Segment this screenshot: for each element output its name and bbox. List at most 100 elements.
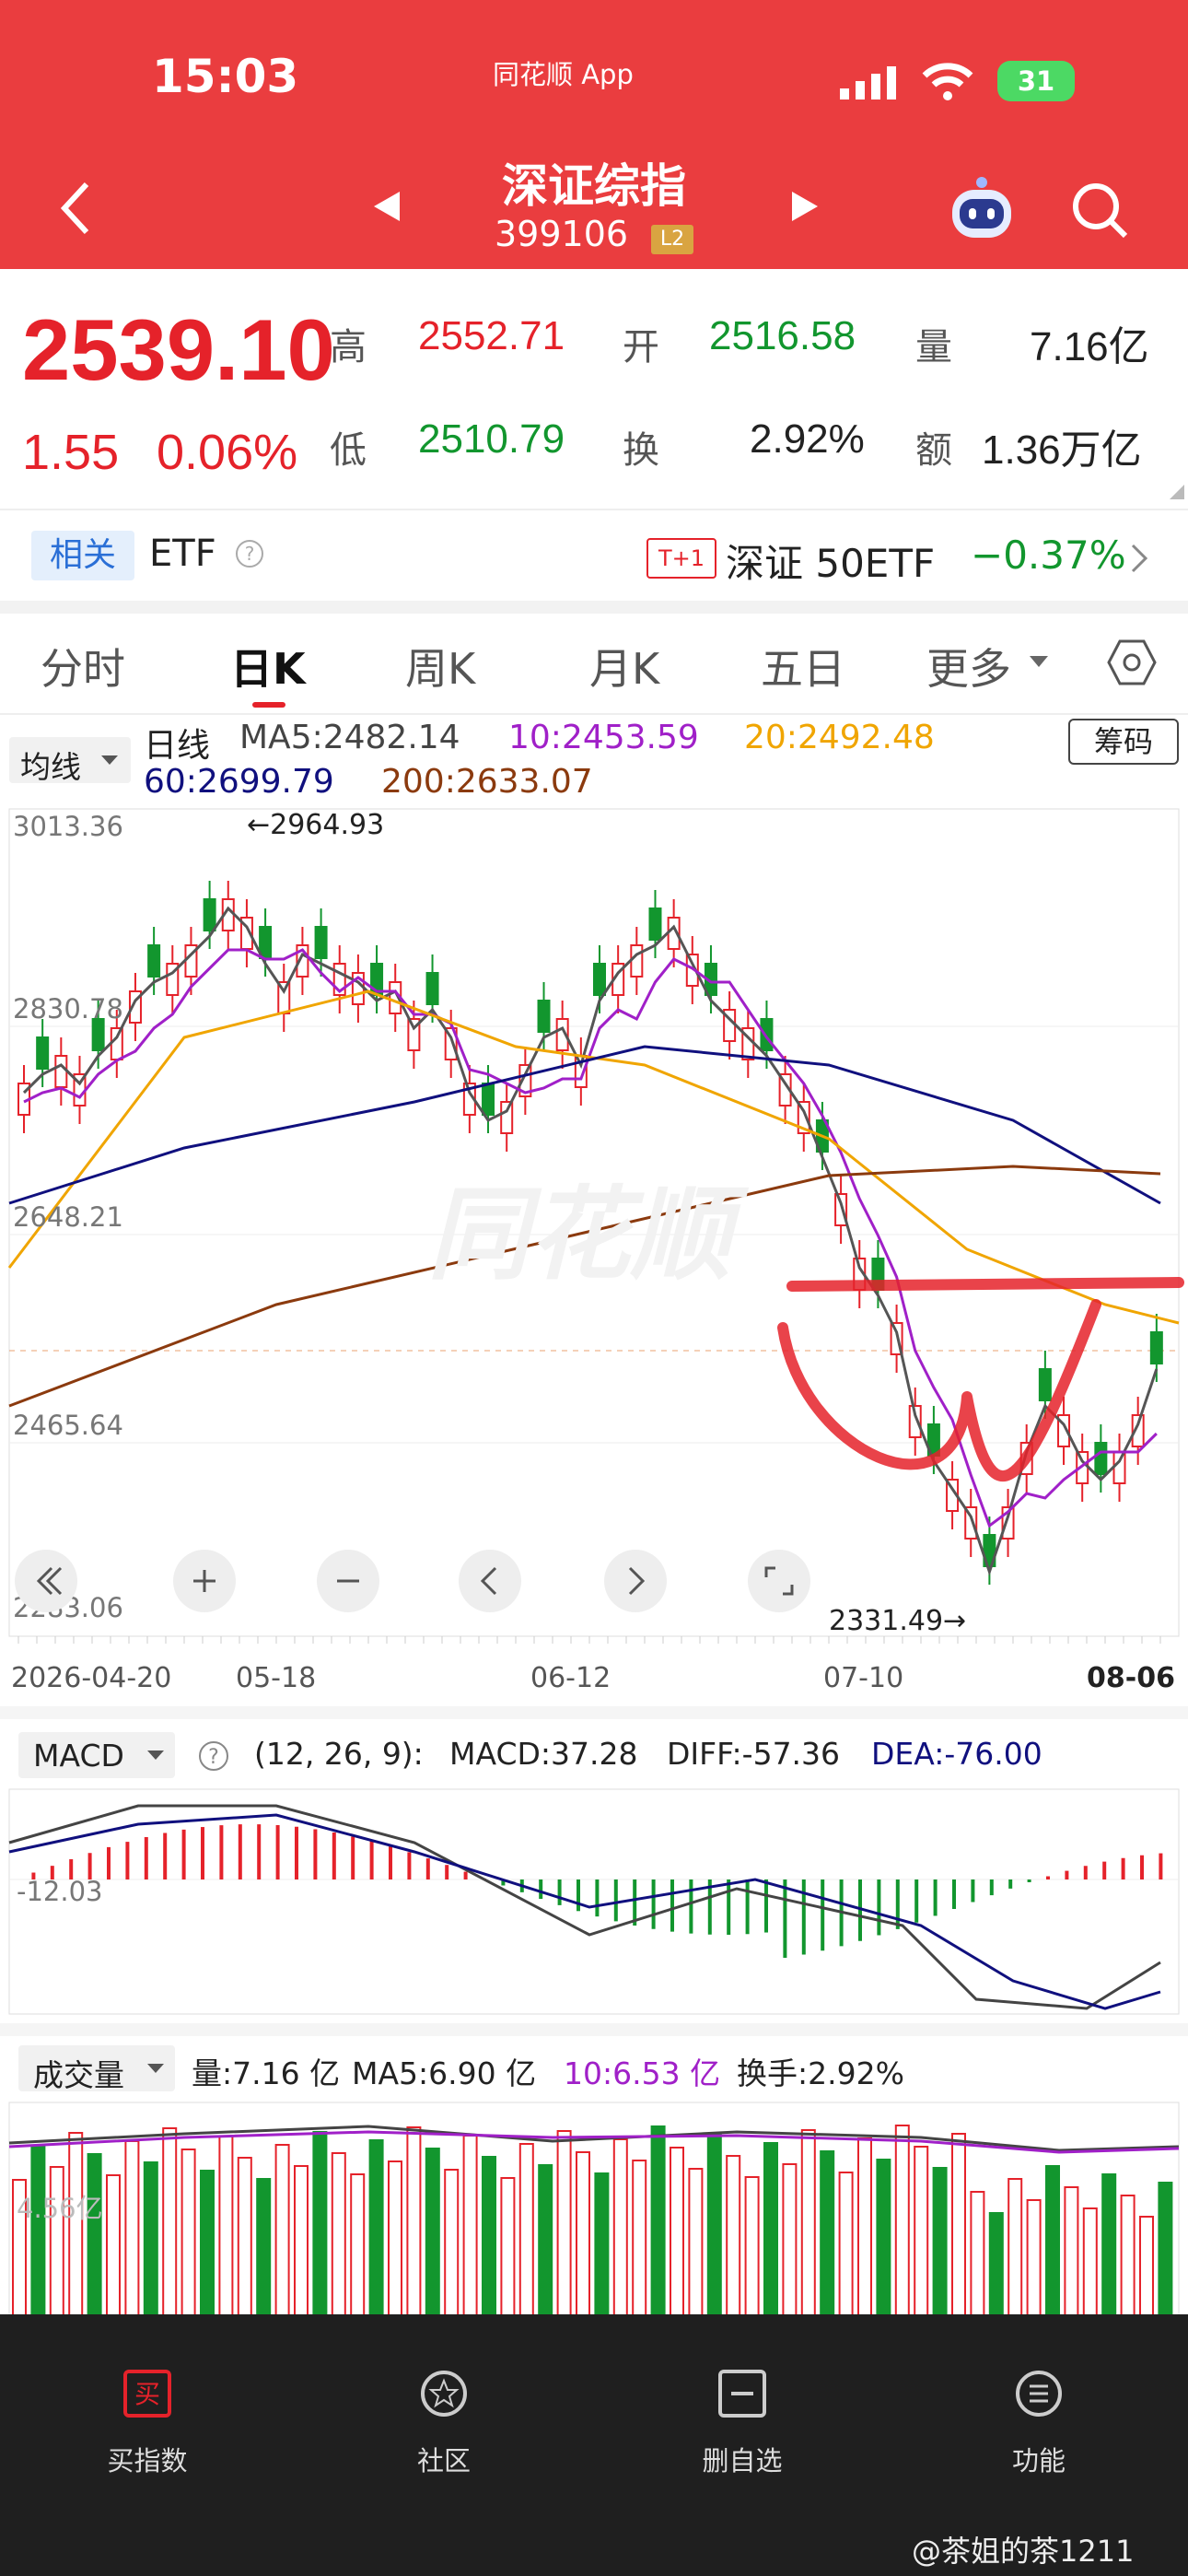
volume-bar	[670, 2147, 684, 2319]
tab-monthly-k[interactable]: 月K	[589, 636, 659, 697]
volume-selector[interactable]: 成交量	[18, 2045, 175, 2093]
candle-body	[537, 1000, 551, 1033]
status-time: 15:03	[152, 50, 299, 103]
chevron-right-icon	[1131, 544, 1148, 573]
divider	[0, 509, 1188, 510]
t1-badge: T+1	[646, 538, 716, 579]
help-icon[interactable]: ?	[234, 538, 265, 569]
candle-body	[425, 972, 439, 1005]
signal-icon	[840, 66, 896, 100]
scroll-right-icon[interactable]	[602, 1548, 669, 1614]
nav-functions[interactable]: 功能	[947, 2440, 1131, 2478]
low-label: 低	[330, 429, 367, 472]
volume-y-tick: 4.56亿	[17, 2193, 103, 2224]
tab-more[interactable]: 更多	[926, 636, 1011, 697]
candle-body	[630, 944, 644, 978]
volume-bar	[1064, 2186, 1079, 2319]
volume-bar	[914, 2146, 929, 2319]
robot-assistant-icon[interactable]	[947, 175, 1017, 245]
dropdown-icon	[1030, 656, 1048, 667]
low-value: 2510.79	[418, 416, 565, 462]
volume-bar	[1026, 2199, 1042, 2319]
candle-body	[203, 898, 216, 931]
functions-icon[interactable]	[1015, 2370, 1063, 2418]
macd-frame	[8, 1788, 1180, 2015]
nav-community[interactable]: 社区	[352, 2440, 536, 2478]
tab-intraday[interactable]: 分时	[41, 636, 125, 697]
macd-value: MACD:37.28	[449, 1736, 638, 1772]
zoom-minus-icon[interactable]	[315, 1548, 381, 1614]
divider	[0, 713, 1188, 715]
dropdown-icon	[147, 2064, 164, 2073]
volume-bar	[857, 2137, 872, 2319]
app-header: 15:03 同花顺 App 31 深证综指 399106 L2	[0, 0, 1188, 269]
volume-bar	[594, 2172, 610, 2319]
chips-button[interactable]: 筹码	[1068, 719, 1179, 765]
volume-bar	[1120, 2195, 1136, 2319]
battery-indicator: 31	[997, 61, 1075, 101]
svg-text:买: 买	[134, 2379, 160, 2409]
section-gap	[0, 601, 1188, 614]
volume-bar	[744, 2176, 760, 2319]
date-end: 08-06	[1087, 1662, 1175, 1694]
nav-remove-watchlist[interactable]: 删自选	[650, 2440, 834, 2478]
volume-bar	[763, 2142, 778, 2319]
volume-bar	[331, 2152, 346, 2319]
volume-bar	[218, 2136, 234, 2319]
expand-corner-icon	[1170, 485, 1184, 499]
volume-value: 7.16亿	[1030, 324, 1149, 369]
volume-bar	[838, 2172, 854, 2319]
next-index-icon[interactable]	[788, 188, 821, 225]
volume-bar	[143, 2161, 158, 2319]
search-icon[interactable]	[1068, 179, 1131, 241]
macd-selector[interactable]: MACD	[18, 1732, 175, 1778]
candle-body	[314, 926, 328, 959]
svg-text:?: ?	[245, 543, 255, 565]
date-3: 06-12	[530, 1662, 611, 1694]
tab-weekly-k[interactable]: 周K	[405, 636, 475, 697]
volume-bar	[444, 2169, 460, 2319]
nav-buy-index[interactable]: 买指数	[55, 2440, 239, 2478]
amount-label: 额	[915, 429, 952, 472]
remove-watchlist-icon[interactable]	[718, 2370, 766, 2418]
help-icon[interactable]: ?	[197, 1739, 230, 1773]
ma20-value: 20:2492.48	[744, 719, 935, 756]
volume-bar	[274, 2144, 290, 2319]
zoom-in-icon[interactable]	[171, 1548, 238, 1614]
fullscreen-icon[interactable]	[746, 1548, 812, 1614]
open-label: 开	[623, 326, 659, 369]
dropdown-icon	[147, 1751, 164, 1760]
volume-bar	[256, 2178, 272, 2319]
volume-bar	[876, 2159, 891, 2319]
volume-bar	[538, 2164, 553, 2319]
open-value: 2516.58	[709, 313, 856, 358]
volume-bar	[237, 2157, 252, 2319]
volume-bar	[1045, 2165, 1060, 2319]
volume-ma5: MA5:6.90 亿	[352, 2055, 537, 2091]
volume-selector-label: 成交量	[33, 2057, 124, 2093]
settings-hex-icon[interactable]	[1107, 638, 1157, 687]
zoom-out-full-icon[interactable]	[13, 1548, 79, 1614]
scroll-left-icon[interactable]	[457, 1548, 523, 1614]
tab-five-day[interactable]: 五日	[761, 636, 845, 697]
ma-selector[interactable]: 均线	[9, 737, 131, 785]
candle-body	[1038, 1368, 1052, 1401]
dropdown-icon	[101, 755, 118, 765]
volume-bar	[1101, 2173, 1117, 2319]
candle-body	[147, 944, 161, 978]
volume-bar	[1139, 2216, 1154, 2319]
volume-bar	[1158, 2182, 1173, 2319]
volume-bar	[181, 2149, 196, 2319]
volume-label: 量	[915, 326, 952, 369]
volume-bar	[951, 2133, 966, 2319]
back-to-app-link[interactable]: 同花顺 App	[493, 53, 634, 92]
section-gap	[0, 2023, 1188, 2036]
volume-bar	[894, 2125, 910, 2319]
wifi-icon	[922, 63, 973, 100]
diff-line	[8, 1804, 1161, 2010]
volume-bar	[632, 2160, 647, 2319]
community-icon[interactable]	[420, 2370, 468, 2418]
volume-bar	[706, 2134, 722, 2319]
tab-daily-k[interactable]: 日K	[230, 636, 306, 697]
buy-index-icon[interactable]: 买	[123, 2370, 171, 2418]
